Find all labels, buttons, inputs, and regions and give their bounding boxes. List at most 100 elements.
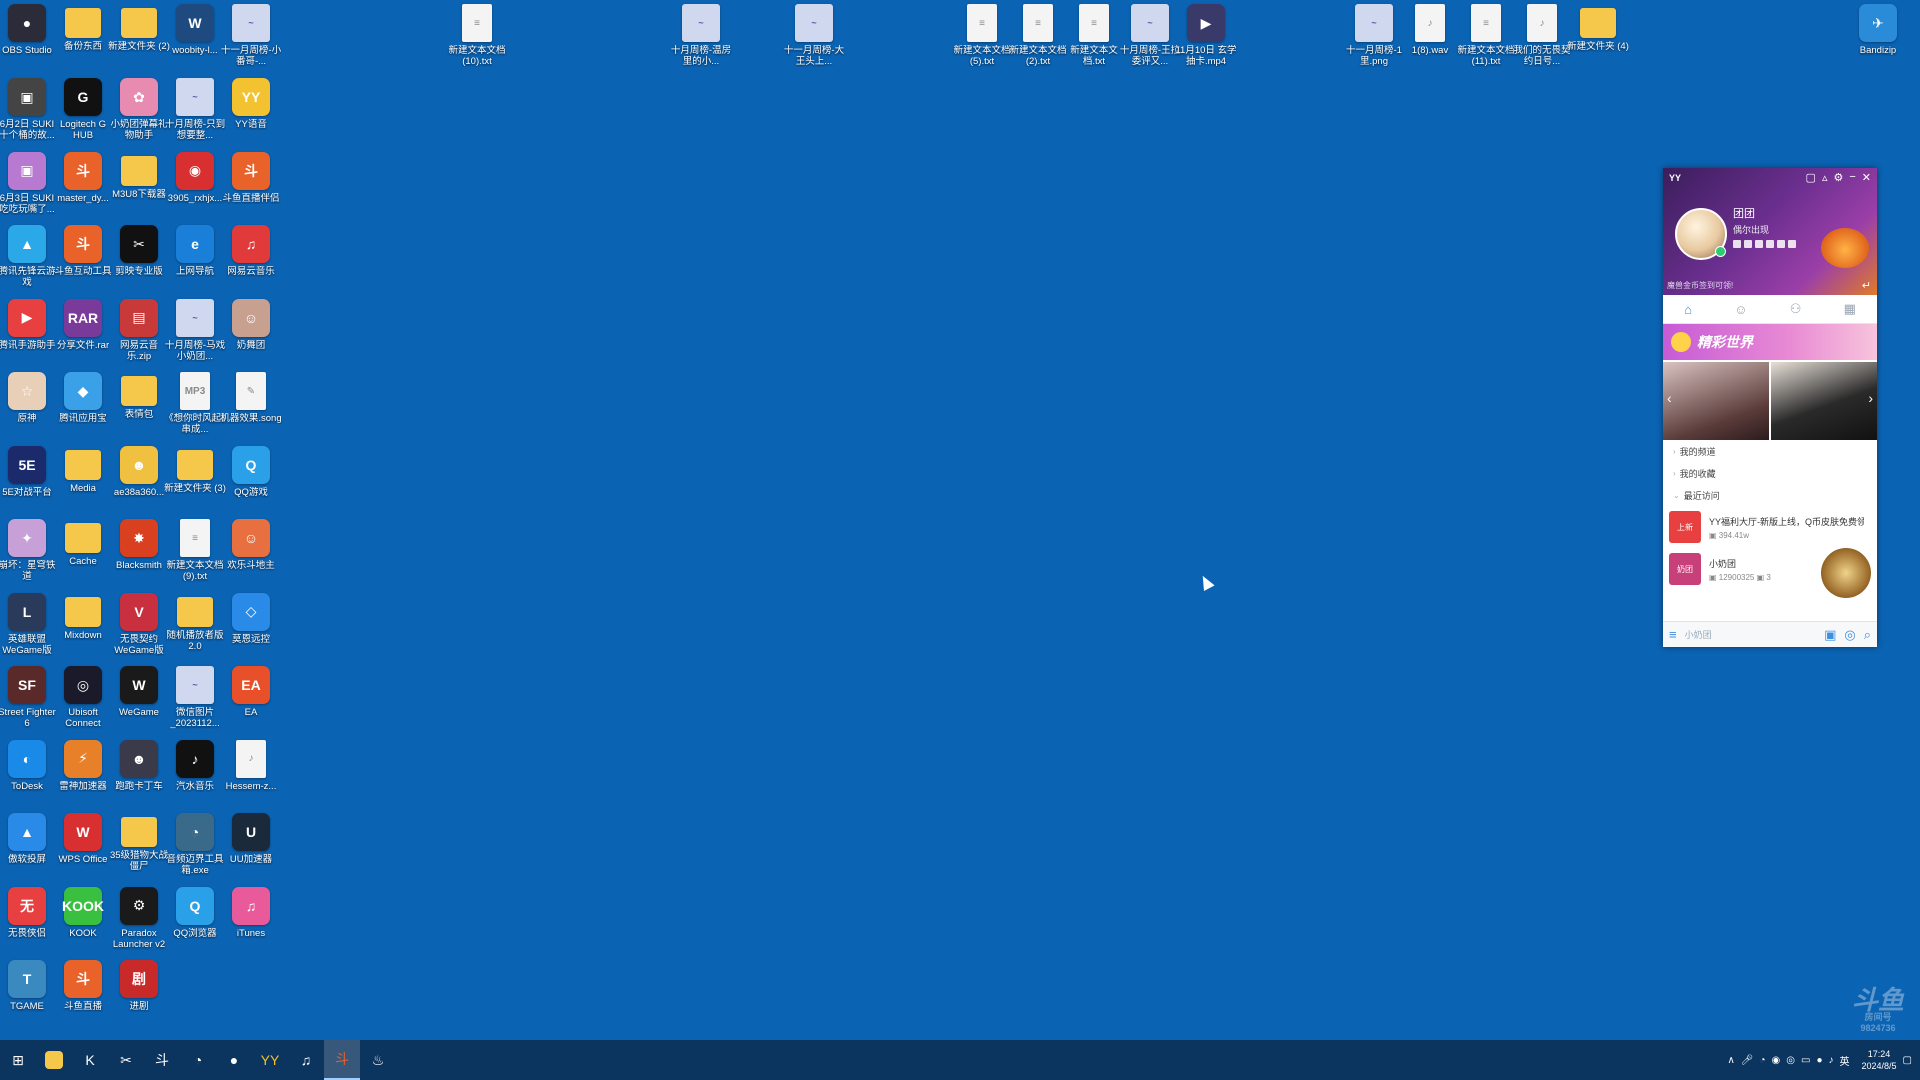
desktop-icon[interactable]: ✈ Bandizip — [1847, 4, 1909, 76]
desktop-icon[interactable]: 斗 master_dy... — [52, 151, 114, 224]
desktop-icon[interactable]: 斗斗鱼直播伴侣 — [220, 151, 282, 224]
desktop-icon[interactable]: ◇ 莫恩远控 — [220, 592, 282, 665]
desktop-icon[interactable]: 35级猎物大战僵尸 — [108, 813, 170, 885]
desktop-icon[interactable]: ✎ 机器效果.song — [220, 372, 282, 444]
tray-app-icon[interactable]: ◎ — [1786, 1055, 1795, 1066]
desktop-icon[interactable]: W WPS Office — [52, 813, 114, 885]
badge-icon[interactable] — [1755, 240, 1763, 248]
desktop-icon[interactable]: ≡ 新建文本文档 (2).txt — [1007, 4, 1069, 76]
notification-icon[interactable]: ▢ — [1903, 1055, 1912, 1066]
desktop-icon[interactable]: ♫ 网易云音乐 — [220, 225, 282, 297]
microphone-icon[interactable]: 🎤︎ — [1741, 1055, 1754, 1066]
desktop-icon[interactable]: 剧进剧 — [108, 960, 170, 1032]
desktop-icon[interactable]: Q QQ游戏 — [220, 445, 282, 518]
badge-icon[interactable] — [1788, 240, 1796, 248]
desktop-icon[interactable]: Media — [52, 446, 114, 518]
badge-icon[interactable] — [1733, 240, 1741, 248]
desktop-icon[interactable]: ▶ 11月10日 玄学抽卡.mp4 — [1175, 4, 1237, 76]
desktop-icon[interactable]: ≡ 新建文本文档 (11).txt — [1455, 4, 1517, 76]
shirt-icon[interactable]: ▵ — [1822, 171, 1828, 184]
netease-icon[interactable]: ♫ — [288, 1040, 324, 1080]
desktop-icon[interactable]: ▣ 6月2日 SUKI 十个桶的故... — [0, 78, 58, 150]
desktop-icon[interactable]: Mixdown — [52, 593, 114, 665]
desktop-icon[interactable]: ▲ 傲软投屏 — [0, 813, 58, 885]
desktop-icon[interactable]: RAR 分享文件.rar — [52, 298, 114, 371]
home-tab-icon[interactable]: ⌂ — [1684, 302, 1692, 317]
desktop-icon[interactable]: SF Street Fighter 6 — [0, 666, 58, 738]
desktop-icon[interactable]: ◔ 音频迈界工具箱.exe — [164, 813, 226, 885]
carousel-photo[interactable] — [1663, 362, 1769, 440]
settings-icon[interactable]: ⚙ — [1833, 171, 1843, 184]
desktop-icon[interactable]: U UU加速器 — [220, 813, 282, 885]
tray-app-icon[interactable]: ● — [1816, 1055, 1822, 1066]
desktop-icon[interactable]: MP3 《想你时风起》串成... — [164, 372, 226, 444]
desktop-icon[interactable]: Cache — [52, 519, 114, 591]
desktop-icon[interactable]: ✸ Blacksmith — [108, 519, 170, 591]
desktop-icon[interactable]: KOOK KOOK — [52, 886, 114, 959]
desktop-icon[interactable]: ☻ ae38a360... — [108, 445, 170, 518]
desktop-icon[interactable]: YY YY语音 — [220, 78, 282, 150]
yy-panel[interactable]: YY ▢ ▵ ⚙ − ✕ 团团 偶尔出现 魔兽金币签到可领! ↵ ⌂ ☺ ⚇ ▦… — [1663, 168, 1877, 647]
carousel-photo[interactable] — [1771, 362, 1877, 440]
menu-icon[interactable]: ≡ — [1669, 627, 1677, 642]
yy-menu-item[interactable]: ⌄ 最近访问 — [1663, 484, 1877, 506]
group-tab-icon[interactable]: ⚇ — [1790, 301, 1802, 317]
desktop-icon[interactable]: ☺ 奶舞团 — [220, 298, 282, 371]
desktop-icon[interactable]: ◉ 3905_rxhjx... — [164, 151, 226, 224]
desktop-icon[interactable]: T TGAME — [0, 960, 58, 1032]
desktop-icon[interactable]: 表情包 — [108, 372, 170, 444]
desktop-icon[interactable]: ♪ 我们的无畏契约日号... — [1511, 4, 1573, 76]
apps-tab-icon[interactable]: ▦ — [1844, 301, 1856, 317]
desktop-icon[interactable]: ✂ 剪映专业版 — [108, 225, 170, 297]
capcut-icon[interactable]: ✂ — [108, 1040, 144, 1080]
badge-icon[interactable] — [1777, 240, 1785, 248]
desktop-icon[interactable]: ~ 十月周榜-温房里的小... — [670, 4, 732, 76]
desktop-icon[interactable]: ✿ 小奶团弹幕礼物助手 — [108, 78, 170, 150]
notice-text[interactable]: 魔兽金币签到可领! — [1667, 280, 1733, 291]
kook-icon[interactable]: K — [72, 1040, 108, 1080]
desktop-icon[interactable]: ⚡ 雷神加速器 — [52, 739, 114, 812]
steam-icon[interactable]: ♨ — [360, 1040, 396, 1080]
tray-app-icon[interactable]: ◔ — [1759, 1055, 1765, 1066]
input-language[interactable]: 英 — [1840, 1053, 1850, 1068]
desktop-icon[interactable]: 斗斗鱼互动工具 — [52, 225, 114, 297]
desktop-icon[interactable]: ~ 十月周榜-只到想要整... — [164, 78, 226, 150]
desktop-icon[interactable]: L 英雄联盟WeGame版 — [0, 592, 58, 665]
desktop-icon[interactable]: ~ 十月周榜-王拉委评又... — [1119, 4, 1181, 76]
desktop-icon[interactable]: EA EA — [220, 666, 282, 738]
status-text[interactable]: 偶尔出现 — [1733, 223, 1769, 236]
obs-icon[interactable]: ● — [216, 1040, 252, 1080]
desktop-icon[interactable]: ▤ 网易云音乐.zip — [108, 298, 170, 371]
desktop-icon[interactable]: ≡ 新建文本文档 (10).txt — [446, 4, 508, 76]
desktop-icon[interactable]: ≡ 新建文本文档.txt — [1063, 4, 1125, 76]
video-icon[interactable]: ▣ — [1824, 627, 1836, 643]
desktop-icon[interactable]: Q QQ浏览器 — [164, 886, 226, 959]
browser-icon[interactable]: ◔ — [180, 1040, 216, 1080]
desktop-icon[interactable]: 斗斗鱼直播 — [52, 960, 114, 1032]
desktop-icon[interactable]: ✦ 崩坏：星穹铁道 — [0, 519, 58, 591]
desktop-icon[interactable]: ~ 十一月周榜-大王头上... — [783, 4, 845, 76]
search-placeholder[interactable]: 小奶团 — [1685, 628, 1816, 641]
desktop-icon[interactable]: ~ 十月周榜-马戏小奶团... — [164, 298, 226, 371]
desktop-icon[interactable]: ▶ 腾讯手游助手 — [0, 298, 58, 371]
desktop-icon[interactable]: ♫ iTunes — [220, 886, 282, 959]
desktop-icon[interactable]: ≡ 新建文本文档 (5).txt — [951, 4, 1013, 76]
explorer-icon[interactable] — [36, 1040, 72, 1080]
list-item[interactable]: 上新 YY福利大厅-新版上线，Q币皮肤免费领 ▣ 394.41w — [1663, 506, 1877, 548]
username[interactable]: 团团 — [1733, 205, 1755, 221]
desktop-icon[interactable]: ♪ Hessem-z... — [220, 739, 282, 812]
desktop-icon[interactable]: ~ 十一月周榜-小番哥-... — [220, 4, 282, 76]
desktop-icon[interactable]: ◎ Ubisoft Connect — [52, 666, 114, 738]
desktop-icon[interactable]: 新建文件夹 (3) — [164, 446, 226, 518]
desktop-icon[interactable]: e 上网导航 — [164, 225, 226, 297]
desktop-icon[interactable]: ♪ 汽水音乐 — [164, 739, 226, 812]
douyu-icon[interactable]: 斗 — [144, 1040, 180, 1080]
desktop-icon[interactable]: 新建文件夹 (4) — [1567, 4, 1629, 76]
desktop-icon[interactable]: ♪ 1(8).wav — [1399, 4, 1461, 76]
badge-icon[interactable] — [1744, 240, 1752, 248]
chevron-left-icon[interactable]: ‹ — [1667, 390, 1672, 406]
network-icon[interactable]: ▭ — [1801, 1055, 1810, 1066]
desktop-icon[interactable]: ☆ 原神 — [0, 372, 58, 444]
tray-app-icon[interactable]: ◉ — [1772, 1055, 1781, 1066]
desktop-icon[interactable]: ◆ 腾讯应用宝 — [52, 372, 114, 444]
